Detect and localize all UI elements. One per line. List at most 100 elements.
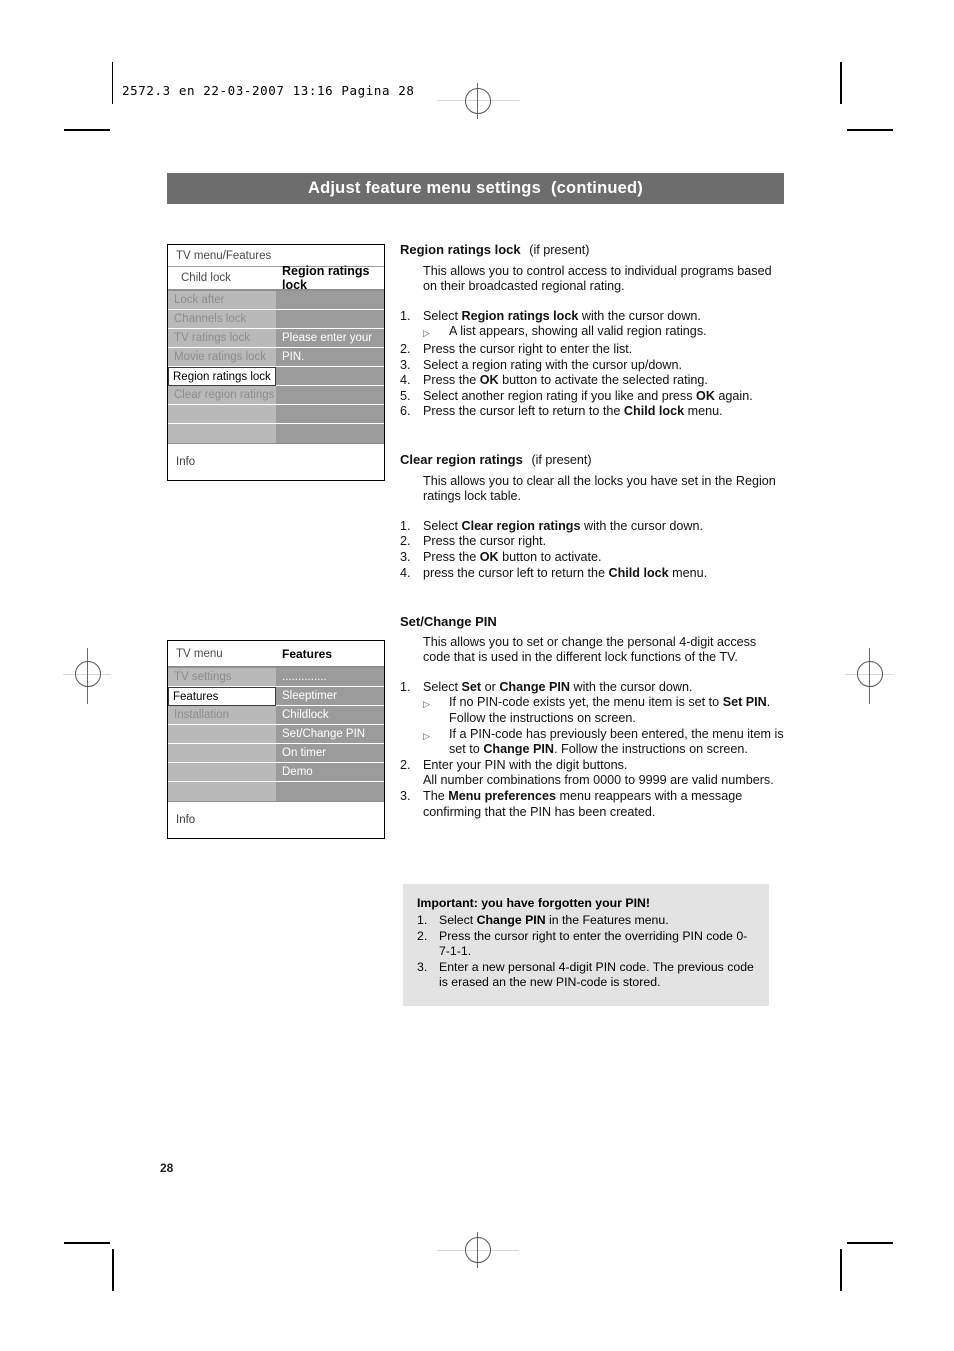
menu-value[interactable] <box>276 405 384 424</box>
menu-item[interactable]: Movie ratings lock <box>168 348 276 367</box>
menu-row[interactable]: Movie ratings lock PIN. <box>168 348 384 367</box>
section-heading: Region ratings lock (if present) <box>400 242 590 257</box>
menu-row[interactable]: Features Sleeptimer <box>168 687 384 706</box>
step-text: The Menu preferences menu reappears with… <box>423 789 784 820</box>
menu-item[interactable]: Installation <box>168 706 276 725</box>
menu-item[interactable]: TV ratings lock <box>168 329 276 348</box>
emphasis-text: Menu preferences <box>448 788 556 803</box>
step-number: 2. <box>417 928 428 943</box>
body-text: Select <box>423 308 462 323</box>
menu-item[interactable]: Lock after <box>168 291 276 310</box>
body-text: again. <box>714 388 753 403</box>
menu-item[interactable] <box>168 782 276 801</box>
crop-mark-top-right-horizontal <box>847 129 893 131</box>
step-number: 3. <box>400 357 411 372</box>
menu-item[interactable] <box>168 405 276 424</box>
menu-value[interactable]: Set/Change PIN <box>276 725 384 744</box>
menu-info-bar: Info <box>168 443 384 480</box>
sub-bullet-text: If a PIN-code has previously been entere… <box>449 727 784 758</box>
body-text: A list appears, showing all valid region… <box>449 324 707 339</box>
crop-mark-bottom-right-horizontal <box>847 1242 893 1244</box>
numbered-step: 1. Select Region ratings lock with the cu… <box>400 309 784 325</box>
menu-value[interactable]: On timer <box>276 744 384 763</box>
body-text: Press the cursor right to enter the list… <box>423 341 633 356</box>
numbered-step: 3. The Menu preferences menu reappears wi… <box>400 789 784 820</box>
important-steps: 1. Select Change PIN in the Features menu… <box>417 913 755 990</box>
menu-row[interactable]: Lock after <box>168 291 384 310</box>
menu-row[interactable]: Channels lock <box>168 310 384 329</box>
step-number: 4. <box>400 373 411 388</box>
menu-value[interactable]: Sleeptimer <box>276 687 384 706</box>
crop-mark-top-right-vertical <box>840 62 842 104</box>
menu-row[interactable] <box>168 424 384 443</box>
registration-mark-left <box>75 661 101 687</box>
emphasis-text: Change PIN <box>483 742 554 757</box>
numbered-step: 3. Enter a new personal 4-digit PIN code.… <box>417 960 755 991</box>
menu-header-right: Region ratings lock <box>282 264 370 292</box>
menu-column-headers: TV menu Features <box>168 641 384 668</box>
menu-item[interactable]: TV settings <box>168 668 276 687</box>
section-clear-region-ratings: Clear region ratings (if present) This a… <box>400 452 784 581</box>
menu-row[interactable]: On timer <box>168 744 384 763</box>
menu-row[interactable] <box>168 405 384 424</box>
menu-row[interactable]: Set/Change PIN <box>168 725 384 744</box>
emphasis-text: Child lock <box>608 565 669 580</box>
menu-row[interactable] <box>168 782 384 801</box>
sub-bullet-item: ▷ A list appears, showing all valid regio… <box>423 324 784 342</box>
menu-row[interactable]: TV ratings lock Please enter your <box>168 329 384 348</box>
step-number: 4. <box>400 565 411 580</box>
body-text: or <box>481 679 500 694</box>
body-text: Press the cursor left to return to the <box>423 404 624 419</box>
menu-item[interactable]: Clear region ratings <box>168 386 276 405</box>
menu-value[interactable]: Please enter your <box>276 329 384 348</box>
body-text: Select <box>423 679 462 694</box>
menu-row[interactable]: Region ratings lock <box>168 367 384 386</box>
emphasis-text: Change PIN <box>476 913 546 928</box>
triangle-bullet-icon: ▷ <box>423 699 430 710</box>
menu-item[interactable]: Channels lock <box>168 310 276 329</box>
menu-row[interactable]: Demo <box>168 763 384 782</box>
emphasis-text: Clear region ratings <box>461 518 581 533</box>
menu-value[interactable] <box>276 367 384 386</box>
emphasis-text: Child lock <box>623 404 685 419</box>
step-number: 2. <box>400 534 411 549</box>
menu-item-selected[interactable]: Features <box>168 687 276 706</box>
numbered-step: 6. Press the cursor left to return to the… <box>400 404 784 420</box>
section-set-change-pin: Set/Change PIN This allows you to set or… <box>400 614 784 820</box>
menu-value[interactable] <box>276 782 384 801</box>
step-number: 3. <box>400 788 411 803</box>
menu-row[interactable]: Installation Childlock <box>168 706 384 725</box>
step-number: 1. <box>417 913 428 928</box>
page-title-continued: (continued) <box>550 179 643 197</box>
numbered-step: 1. Select Change PIN in the Features menu… <box>417 913 755 928</box>
body-text: If no PIN-code exists yet, the menu item… <box>449 695 723 710</box>
menu-value[interactable] <box>276 291 384 310</box>
body-text: Press the cursor right to enter the over… <box>439 928 748 959</box>
body-text: button to activate the selected rating. <box>498 373 708 388</box>
menu-row[interactable]: Clear region ratings <box>168 386 384 405</box>
body-text: menu. <box>684 404 723 419</box>
body-text: . Follow the instructions on screen. <box>554 742 748 757</box>
menu-item-selected[interactable]: Region ratings lock <box>168 367 276 386</box>
menu-item[interactable] <box>168 763 276 782</box>
section-intro: This allows you to clear all the locks y… <box>423 473 776 504</box>
numbered-step: 5. Select another region rating if you li… <box>400 389 784 405</box>
menu-value[interactable] <box>276 310 384 329</box>
numbered-step: 2. Press the cursor right to enter the ov… <box>417 929 755 960</box>
menu-info-bar: Info <box>168 801 384 838</box>
menu-value[interactable] <box>276 424 384 443</box>
film-edge-line <box>112 62 113 104</box>
menu-value[interactable]: Demo <box>276 763 384 782</box>
menu-value[interactable] <box>276 386 384 405</box>
menu-item[interactable] <box>168 424 276 443</box>
menu-item[interactable] <box>168 725 276 744</box>
step-text: Select Clear region ratings with the cur… <box>423 519 784 535</box>
menu-value[interactable]: .............. <box>276 668 384 687</box>
step-text: Select Set or Change PIN with the cursor… <box>423 680 784 696</box>
numbered-step: 1. Select Clear region ratings with the c… <box>400 519 784 535</box>
menu-value[interactable]: PIN. <box>276 348 384 367</box>
menu-item[interactable] <box>168 744 276 763</box>
body-text: Press the cursor right. <box>423 534 547 549</box>
menu-row[interactable]: TV settings.............. <box>168 668 384 687</box>
menu-value[interactable]: Childlock <box>276 706 384 725</box>
